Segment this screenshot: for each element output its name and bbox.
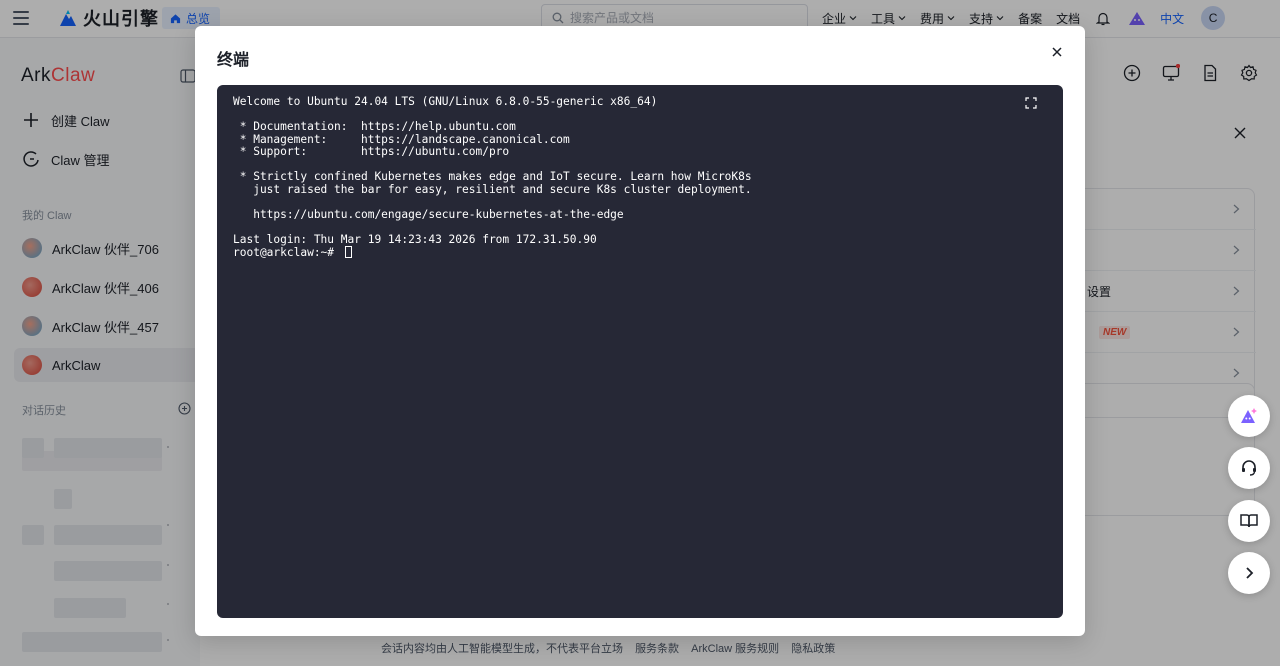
docs-button[interactable] (1228, 500, 1270, 542)
terminal-line: * Documentation: https://help.ubuntu.com (233, 120, 516, 133)
terminal-window[interactable]: Welcome to Ubuntu 24.04 LTS (GNU/Linux 6… (217, 85, 1063, 618)
terminal-line: Last login: Thu Mar 19 14:23:43 2026 fro… (233, 232, 597, 246)
chevron-right-icon (1246, 567, 1254, 579)
expand-button[interactable] (1228, 552, 1270, 594)
fullscreen-icon[interactable] (1025, 97, 1037, 109)
terminal-line: Welcome to Ubuntu 24.04 LTS (GNU/Linux 6… (233, 95, 658, 108)
terminal-line: * Support: https://ubuntu.com/pro (233, 145, 510, 158)
book-icon (1240, 514, 1258, 528)
headset-icon (1242, 460, 1256, 476)
terminal-modal: 终端 Welcome to Ubuntu 24.04 LTS (GNU/Linu… (195, 26, 1085, 636)
close-icon[interactable] (1051, 46, 1063, 58)
ai-assistant-icon (1241, 408, 1257, 423)
terminal-line: https://ubuntu.com/engage/secure-kuberne… (233, 207, 624, 221)
modal-title: 终端 (217, 52, 250, 69)
ai-assistant-button[interactable] (1228, 395, 1270, 437)
terminal-line: * Strictly confined Kubernetes makes edg… (233, 170, 752, 183)
terminal-line: just raised the bar for easy, resilient … (233, 182, 752, 196)
terminal-prompt: root@arkclaw:~# (233, 246, 341, 259)
terminal-output[interactable]: Welcome to Ubuntu 24.04 LTS (GNU/Linux 6… (233, 95, 752, 260)
terminal-prompt-line[interactable]: root@arkclaw:~# (233, 246, 752, 260)
terminal-cursor (344, 246, 352, 258)
customer-service-button[interactable] (1228, 447, 1270, 489)
